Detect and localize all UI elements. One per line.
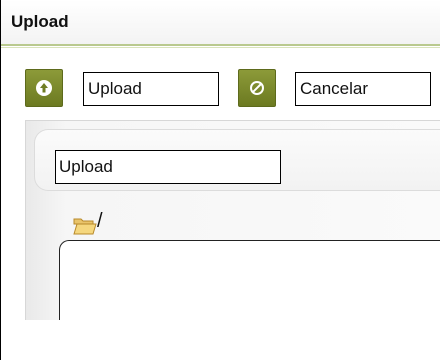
upload-file-field[interactable]: Upload xyxy=(55,150,281,184)
upload-window: Upload Upload Cancelar Upload / xyxy=(0,0,440,360)
cancel-circle-icon xyxy=(250,81,264,95)
folder-open-icon xyxy=(73,218,97,235)
current-path: / xyxy=(97,210,103,232)
upload-button-label[interactable]: Upload xyxy=(83,72,219,106)
cancel-button[interactable] xyxy=(238,69,276,107)
file-list[interactable] xyxy=(59,240,440,320)
title-divider-secondary xyxy=(1,47,440,48)
cancel-button-label[interactable]: Cancelar xyxy=(295,72,431,106)
window-title: Upload xyxy=(11,12,69,31)
title-divider xyxy=(1,44,440,46)
upload-button[interactable] xyxy=(25,69,63,107)
title-bar: Upload xyxy=(1,0,440,44)
arrow-up-circle-icon xyxy=(36,80,52,96)
